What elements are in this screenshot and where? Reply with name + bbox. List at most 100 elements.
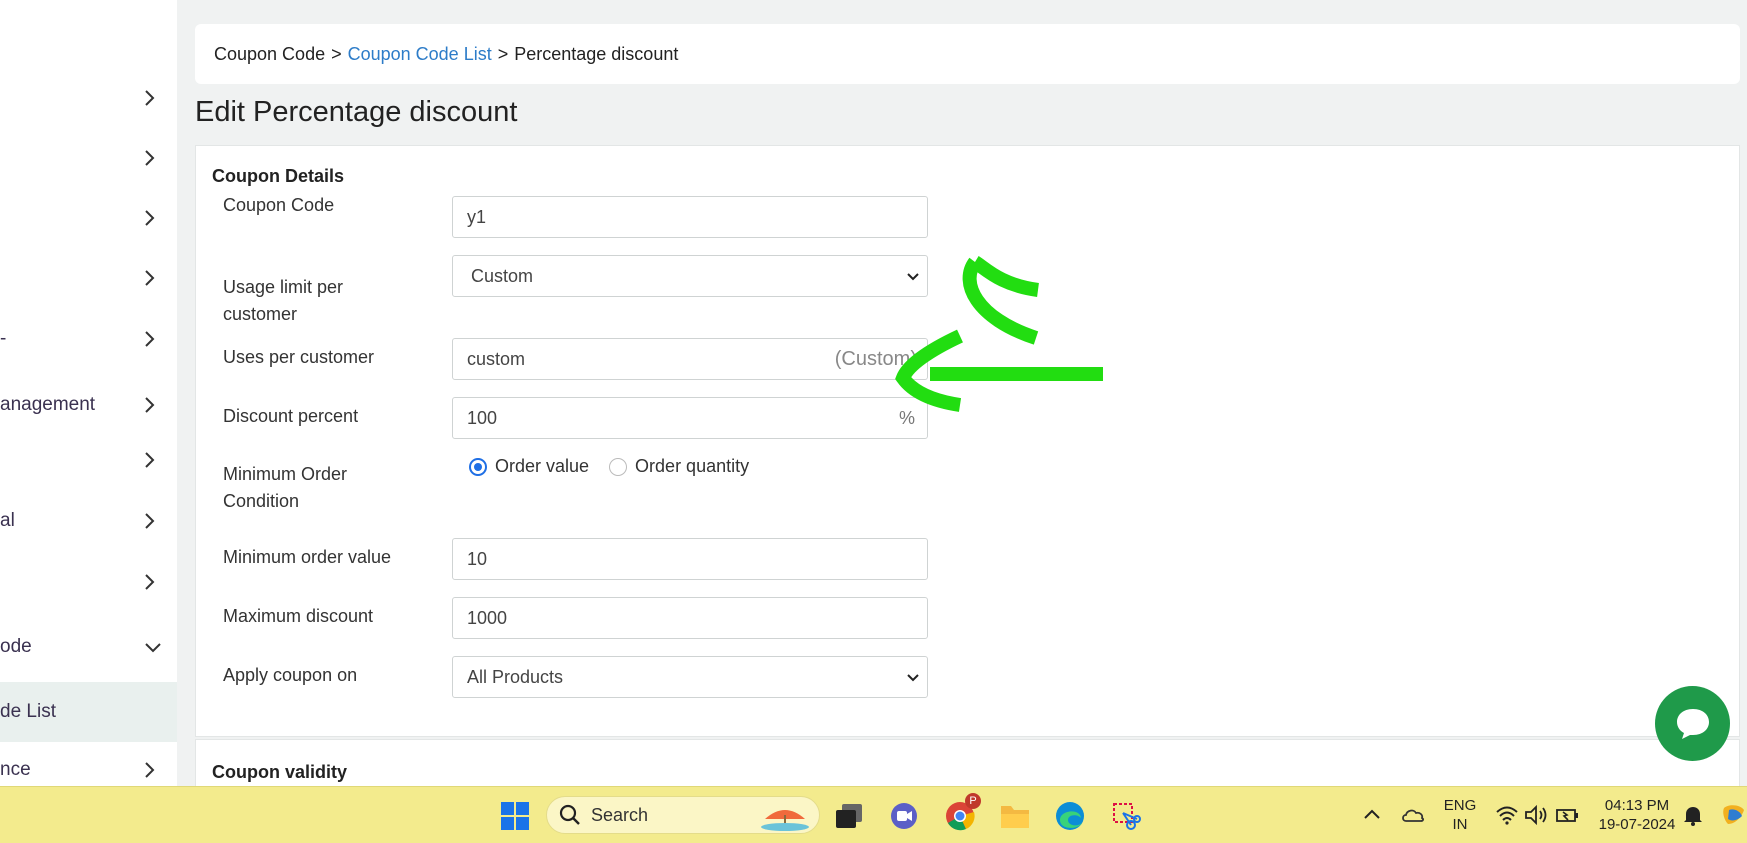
discount-percent-input[interactable]: 100 %	[452, 397, 928, 439]
taskbar-search[interactable]: Search	[546, 796, 820, 834]
chevron-right-icon	[145, 331, 155, 347]
page-title: Edit Percentage discount	[195, 96, 518, 128]
discount-percent-label: Discount percent	[223, 406, 359, 426]
uses-per-customer-label: Uses per customer	[223, 347, 375, 367]
scissors-icon	[1113, 803, 1141, 830]
chevron-right-icon	[145, 397, 155, 413]
breadcrumb-current: Percentage discount	[514, 43, 679, 64]
task-view-glyph-icon	[836, 804, 862, 828]
video-chat-icon	[891, 803, 917, 829]
edge-logo-icon	[1056, 802, 1084, 830]
wifi-icon[interactable]	[1494, 802, 1520, 828]
chevron-down-icon	[907, 674, 919, 682]
radio-order-quantity[interactable]: Order quantity	[609, 456, 749, 477]
sidebar-item-label: anagement	[0, 394, 96, 415]
sidebar-item-label: nce	[0, 759, 31, 780]
min-order-condition-radio-group: Order value Order quantity	[469, 456, 769, 477]
breadcrumb-link-coupon-code-list[interactable]: Coupon Code List	[348, 44, 492, 65]
sidebar-item-9[interactable]	[0, 560, 177, 604]
min-order-value-value: 10	[467, 548, 488, 569]
edge-icon[interactable]	[1053, 799, 1087, 833]
percent-suffix: %	[898, 407, 915, 428]
min-order-value-label: Minimum order value	[223, 547, 392, 567]
coupon-code-input[interactable]: y1	[452, 196, 928, 238]
notification-bell-icon[interactable]	[1680, 802, 1706, 828]
sidebar-item-label: de List	[0, 701, 56, 722]
min-order-condition-label-line1: Minimum Order	[223, 464, 348, 484]
chrome-icon[interactable]: P	[943, 793, 981, 833]
chat-bubble-icon	[1676, 708, 1709, 739]
sidebar-item-12[interactable]: nce	[0, 748, 177, 786]
section-title-coupon-validity: Coupon validity	[212, 762, 347, 782]
sidebar-item-label: ode	[0, 636, 32, 657]
sidebar-item-5[interactable]: -	[0, 317, 177, 361]
discount-percent-value: 100	[467, 407, 498, 428]
chevron-right-icon	[145, 210, 155, 226]
uses-per-customer-value: custom	[467, 348, 526, 369]
sidebar-item-7[interactable]	[0, 438, 177, 482]
max-discount-input[interactable]: 1000	[452, 597, 928, 639]
radio-checked-icon[interactable]	[469, 457, 487, 476]
min-order-condition-label-line2: Condition	[223, 491, 300, 511]
main-content: Coupon Code > Coupon Code List > Percent…	[177, 0, 1747, 786]
chevron-right-icon	[145, 270, 155, 286]
min-order-value-input[interactable]: 10	[452, 538, 928, 580]
radio-unchecked-icon[interactable]	[609, 457, 628, 476]
taskbar: Search P ENG IN 04:13 PM 19-07-2024	[0, 786, 1747, 843]
onedrive-cloud-icon[interactable]	[1400, 802, 1426, 828]
sidebar-item-coupon-code[interactable]: ode	[0, 625, 177, 669]
sidebar: - anagement al ode de List nce	[0, 0, 177, 786]
coupon-code-value: y1	[467, 206, 487, 227]
sidebar-item-coupon-code-list[interactable]: de List	[0, 682, 177, 742]
sidebar-item-4[interactable]	[0, 256, 177, 300]
chevron-right-icon	[145, 452, 155, 468]
max-discount-value: 1000	[467, 607, 508, 628]
chevron-up-icon[interactable]	[1359, 802, 1385, 828]
chevron-right-icon	[145, 150, 155, 166]
sidebar-item-label: al	[0, 510, 15, 531]
coupon-details-card: Coupon Details Coupon Code y1 Usage limi…	[195, 145, 1740, 737]
chevron-down-icon	[145, 643, 161, 653]
sidebar-item-label: -	[0, 328, 7, 349]
section-title-coupon-details: Coupon Details	[212, 166, 345, 186]
sidebar-item-2[interactable]	[0, 136, 177, 180]
beach-umbrella-icon	[761, 810, 809, 831]
task-view-icon[interactable]	[832, 799, 866, 833]
radio-order-value-label: Order value	[495, 456, 590, 476]
sidebar-item-management[interactable]: anagement	[0, 383, 177, 427]
uses-per-customer-input[interactable]: custom (Custom)	[452, 338, 928, 380]
taskbar-search-label: Search	[591, 804, 649, 825]
snipping-tool-icon[interactable]	[1109, 799, 1143, 833]
windows-start-icon[interactable]	[498, 799, 532, 833]
uses-per-customer-suffix: (Custom)	[834, 347, 917, 370]
min-order-condition-label: Minimum Order Condition	[223, 461, 347, 515]
file-explorer-icon[interactable]	[998, 799, 1032, 833]
breadcrumb: Coupon Code > Coupon Code List > Percent…	[195, 24, 1740, 84]
battery-icon[interactable]	[1554, 802, 1580, 828]
search-icon	[559, 804, 580, 825]
clock-date: 19-07-2024	[1598, 816, 1676, 833]
radio-order-value[interactable]: Order value	[469, 456, 589, 477]
chevron-right-icon	[145, 513, 155, 529]
usage-limit-label-line1: Usage limit per	[223, 277, 344, 297]
teams-meet-icon[interactable]	[887, 799, 921, 833]
apply-on-select[interactable]: All Products	[452, 656, 928, 698]
apply-on-value: All Products	[467, 666, 564, 687]
sidebar-item-al[interactable]: al	[0, 499, 177, 543]
volume-icon[interactable]	[1523, 802, 1549, 828]
windows-logo-icon	[501, 802, 529, 830]
chat-button[interactable]	[1655, 686, 1730, 761]
sidebar-item-3[interactable]	[0, 196, 177, 240]
radio-order-quantity-label: Order quantity	[635, 456, 750, 476]
usage-limit-label-line2: customer	[223, 304, 298, 324]
coupon-validity-card: Coupon validity	[195, 739, 1740, 786]
chrome-profile-badge: P	[965, 793, 981, 809]
sidebar-item-1[interactable]	[0, 76, 177, 120]
breadcrumb-separator: >	[331, 43, 342, 64]
clock[interactable]: 04:13 PM 19-07-2024	[1594, 796, 1680, 834]
copilot-icon[interactable]	[1720, 802, 1747, 828]
language-indicator[interactable]: ENG IN	[1440, 796, 1480, 834]
usage-limit-select[interactable]: Custom	[452, 255, 928, 297]
chevron-right-icon	[145, 90, 155, 106]
clock-time: 04:13 PM	[1604, 797, 1670, 814]
